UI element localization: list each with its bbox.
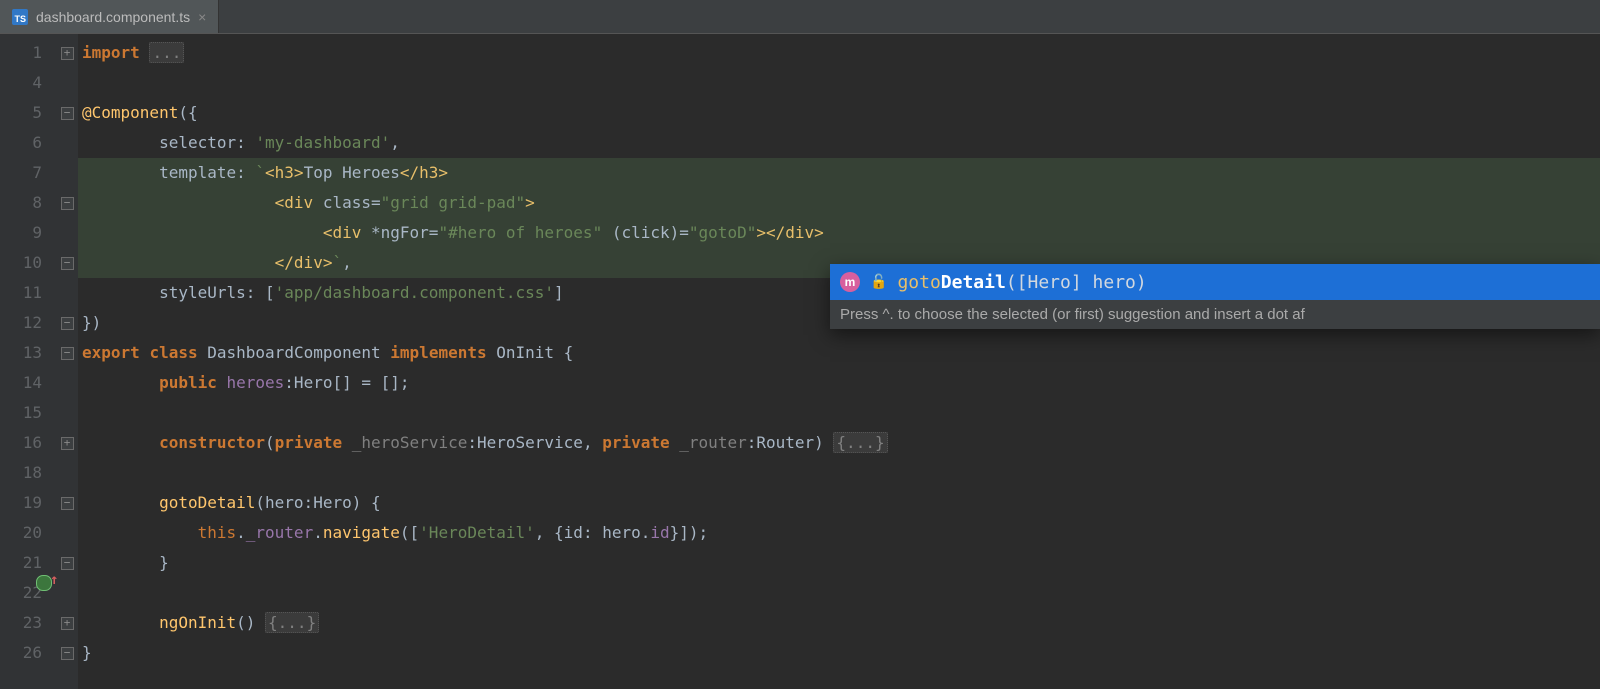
- close-tab-icon[interactable]: ×: [198, 10, 206, 24]
- fold-toggle[interactable]: −: [56, 98, 78, 128]
- fold-toggle: [56, 68, 78, 98]
- fold-toggle[interactable]: −: [56, 548, 78, 578]
- fold-gutter[interactable]: +−−−−−+−−+−: [56, 34, 78, 689]
- code-line[interactable]: constructor(private _heroService:HeroSer…: [78, 428, 1600, 458]
- code-line[interactable]: ngOnInit() {...}: [78, 608, 1600, 638]
- line-number: 18: [0, 458, 56, 488]
- line-number: 8: [0, 188, 56, 218]
- code-line[interactable]: @Component({: [78, 98, 1600, 128]
- line-number: 23: [0, 608, 56, 638]
- code-line[interactable]: }: [78, 548, 1600, 578]
- fold-toggle[interactable]: +: [56, 608, 78, 638]
- line-number: 13: [0, 338, 56, 368]
- line-number: 16: [0, 428, 56, 458]
- file-tab[interactable]: TS dashboard.component.ts ×: [0, 0, 219, 33]
- fold-toggle: [56, 368, 78, 398]
- method-icon: m: [840, 272, 860, 292]
- typescript-file-icon: TS: [12, 9, 28, 25]
- fold-toggle[interactable]: −: [56, 638, 78, 668]
- fold-toggle: [56, 128, 78, 158]
- code-line[interactable]: gotoDetail(hero:Hero) {: [78, 488, 1600, 518]
- line-number: 5: [0, 98, 56, 128]
- fold-toggle: [56, 278, 78, 308]
- fold-toggle: [56, 158, 78, 188]
- code-line[interactable]: export class DashboardComponent implemen…: [78, 338, 1600, 368]
- code-line[interactable]: }: [78, 638, 1600, 668]
- fold-toggle[interactable]: −: [56, 308, 78, 338]
- fold-toggle[interactable]: +: [56, 428, 78, 458]
- line-number: 9: [0, 218, 56, 248]
- line-number: 22: [0, 578, 56, 608]
- fold-toggle: [56, 458, 78, 488]
- autocomplete-suggestion[interactable]: m 🔓 gotoDetail([Hero] hero): [830, 264, 1600, 300]
- autocomplete-popup[interactable]: m 🔓 gotoDetail([Hero] hero) Press ^. to …: [830, 264, 1600, 329]
- code-line[interactable]: this._router.navigate(['HeroDetail', {id…: [78, 518, 1600, 548]
- line-number: 7: [0, 158, 56, 188]
- code-line[interactable]: selector: 'my-dashboard',: [78, 128, 1600, 158]
- code-line[interactable]: <div *ngFor="#hero of heroes" (click)="g…: [78, 218, 1600, 248]
- line-number: 21: [0, 548, 56, 578]
- autocomplete-hint: Press ^. to choose the selected (or firs…: [830, 300, 1600, 329]
- fold-toggle[interactable]: −: [56, 488, 78, 518]
- line-number: 26: [0, 638, 56, 668]
- fold-toggle: [56, 578, 78, 608]
- line-number: 12: [0, 308, 56, 338]
- fold-toggle[interactable]: −: [56, 338, 78, 368]
- file-tab-label: dashboard.component.ts: [36, 9, 190, 25]
- fold-toggle: [56, 218, 78, 248]
- line-number: 15: [0, 398, 56, 428]
- code-line[interactable]: [78, 578, 1600, 608]
- code-line[interactable]: [78, 398, 1600, 428]
- public-access-icon: 🔓: [870, 274, 887, 290]
- code-line[interactable]: <div class="grid grid-pad">: [78, 188, 1600, 218]
- editor-frame: TS dashboard.component.ts × 145678910111…: [0, 0, 1600, 689]
- code-content[interactable]: import ... @Component({ selector: 'my-da…: [78, 34, 1600, 689]
- code-area[interactable]: 14567891011121314151618192021222326 +−−−…: [0, 34, 1600, 689]
- line-number-gutter: 14567891011121314151618192021222326: [0, 34, 56, 689]
- fold-toggle[interactable]: −: [56, 188, 78, 218]
- code-line[interactable]: template: `<h3>Top Heroes</h3>: [78, 158, 1600, 188]
- tab-bar: TS dashboard.component.ts ×: [0, 0, 1600, 34]
- fold-toggle[interactable]: +: [56, 38, 78, 68]
- line-number: 10: [0, 248, 56, 278]
- line-number: 14: [0, 368, 56, 398]
- line-number: 11: [0, 278, 56, 308]
- line-number: 6: [0, 128, 56, 158]
- code-line[interactable]: public heroes:Hero[] = [];: [78, 368, 1600, 398]
- fold-toggle[interactable]: −: [56, 248, 78, 278]
- line-number: 1: [0, 38, 56, 68]
- line-number: 20: [0, 518, 56, 548]
- fold-toggle: [56, 518, 78, 548]
- code-line[interactable]: [78, 68, 1600, 98]
- code-line[interactable]: [78, 458, 1600, 488]
- fold-toggle: [56, 398, 78, 428]
- code-line[interactable]: import ...: [78, 38, 1600, 68]
- line-number: 4: [0, 68, 56, 98]
- suggestion-text: gotoDetail([Hero] hero): [897, 272, 1146, 293]
- line-number: 19: [0, 488, 56, 518]
